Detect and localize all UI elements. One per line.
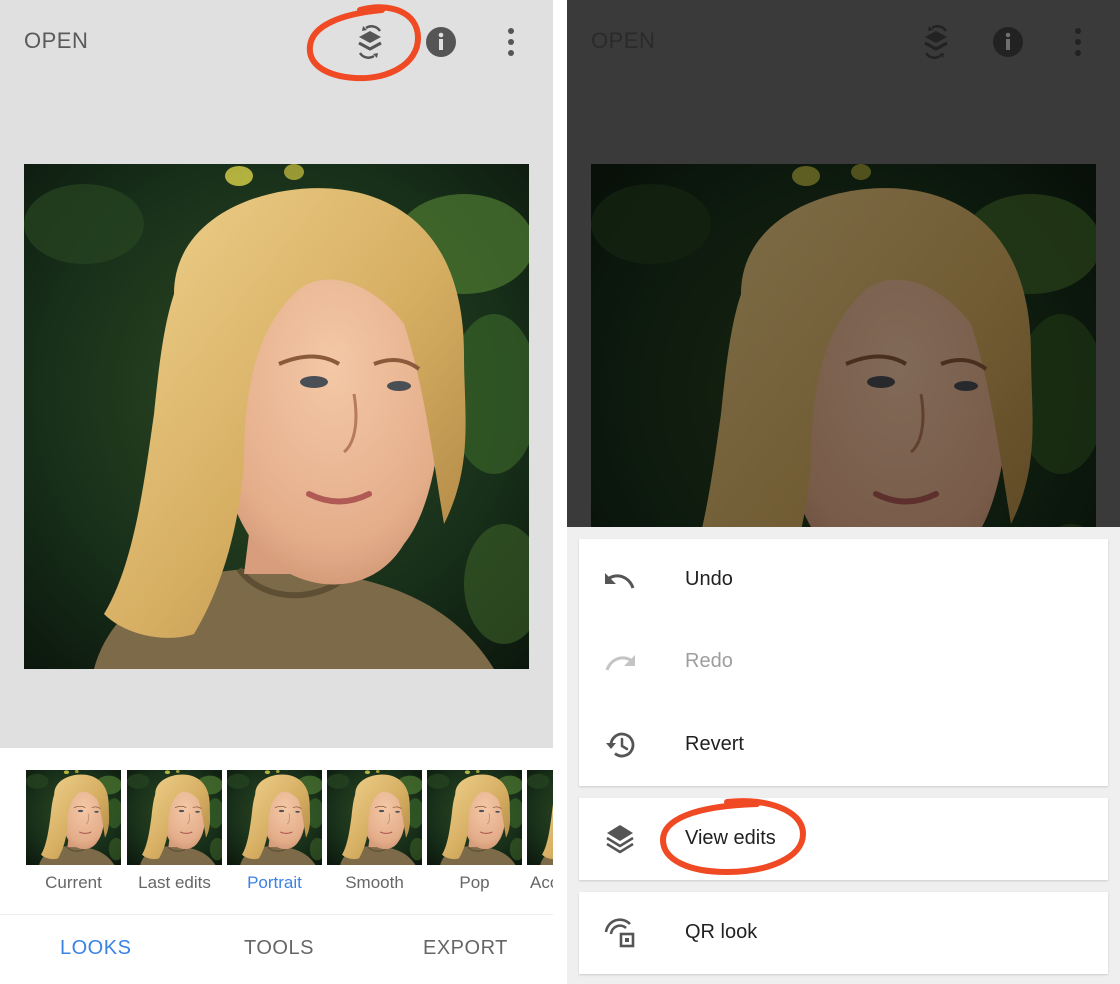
- tab-tools[interactable]: TOOLS: [244, 937, 314, 960]
- undo-icon: [601, 561, 639, 599]
- look-pop[interactable]: Pop: [427, 770, 522, 893]
- look-label: Acc: [530, 873, 553, 892]
- menu-item-label: Revert: [685, 733, 744, 755]
- undo-stack-icon[interactable]: [916, 22, 956, 62]
- look-thumbnail: [327, 770, 422, 865]
- look-label: Smooth: [345, 873, 404, 892]
- more-vert-icon[interactable]: [491, 22, 531, 62]
- menu-item-label: View edits: [685, 827, 776, 849]
- more-vert-icon[interactable]: [1058, 22, 1098, 62]
- menu-item-view-edits[interactable]: View edits: [579, 798, 1108, 880]
- view-edits-card: View edits: [579, 798, 1108, 880]
- top-app-bar: OPEN: [567, 0, 1120, 84]
- top-app-bar: OPEN: [0, 0, 553, 84]
- redo-icon: [601, 643, 639, 681]
- dimmed-editor: OPEN: [567, 0, 1120, 527]
- look-label: Last edits: [138, 873, 211, 892]
- right-screen: OPEN Undo Redo Revert View edits QR look: [567, 0, 1120, 984]
- menu-item-qr-look[interactable]: QR look: [579, 892, 1108, 974]
- menu-item-label: Redo: [685, 650, 733, 672]
- look-last-edits[interactable]: Last edits: [127, 770, 222, 893]
- open-button[interactable]: OPEN: [591, 28, 655, 54]
- menu-item-label: QR look: [685, 921, 758, 943]
- look-smooth[interactable]: Smooth: [327, 770, 422, 893]
- info-icon[interactable]: [988, 22, 1028, 62]
- look-label: Current: [45, 873, 102, 892]
- tab-export[interactable]: EXPORT: [423, 937, 508, 960]
- qr-look-icon: [601, 914, 639, 952]
- menu-item-redo[interactable]: Redo: [579, 621, 1108, 703]
- look-current[interactable]: Current: [26, 770, 121, 893]
- look-thumbnail: [427, 770, 522, 865]
- look-thumbnail: [127, 770, 222, 865]
- history-icon: [601, 726, 639, 764]
- undo-stack-icon[interactable]: [350, 22, 390, 62]
- bottom-tab-bar: LOOKS TOOLS EXPORT: [0, 914, 553, 984]
- history-menu-card: Undo Redo Revert: [579, 539, 1108, 786]
- look-thumbnail: [26, 770, 121, 865]
- look-accentuate[interactable]: Acc: [527, 770, 553, 893]
- edited-photo: [24, 164, 529, 669]
- look-thumbnail: [527, 770, 553, 865]
- info-icon[interactable]: [421, 22, 461, 62]
- menu-item-revert[interactable]: Revert: [579, 704, 1108, 786]
- tab-looks[interactable]: LOOKS: [60, 937, 131, 960]
- look-thumbnail: [227, 770, 322, 865]
- left-screen: OPEN Current Last edits Portrait Smooth …: [0, 0, 553, 984]
- menu-item-label: Undo: [685, 568, 733, 590]
- menu-item-undo[interactable]: Undo: [579, 539, 1108, 621]
- look-label: Pop: [459, 873, 490, 892]
- looks-strip: Current Last edits Portrait Smooth Pop A…: [0, 750, 553, 914]
- look-portrait[interactable]: Portrait: [227, 770, 322, 893]
- open-button[interactable]: OPEN: [24, 28, 88, 54]
- look-label: Portrait: [247, 873, 302, 892]
- layers-icon: [601, 820, 639, 858]
- qr-look-card: QR look: [579, 892, 1108, 974]
